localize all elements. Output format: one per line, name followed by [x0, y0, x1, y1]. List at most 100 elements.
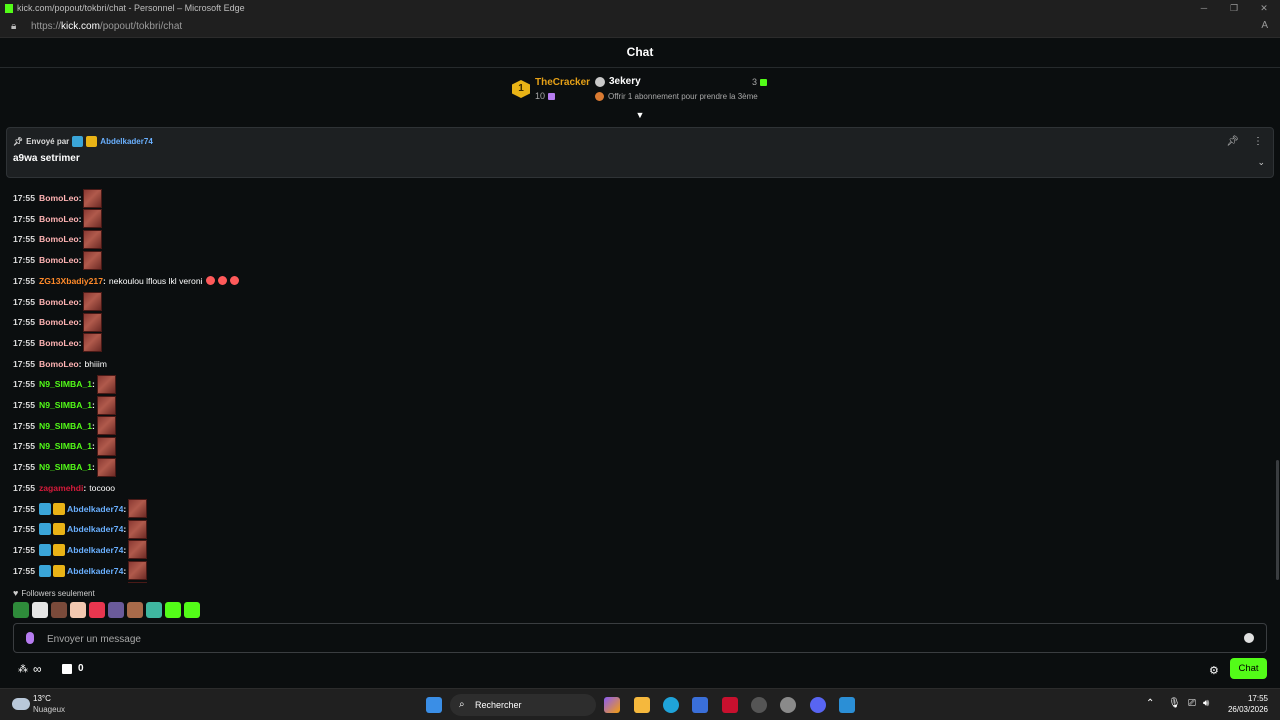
chat-message[interactable]: 17:55 Abdelkader74:	[13, 540, 148, 560]
quick-emote[interactable]	[184, 602, 200, 618]
chat-message[interactable]: 17:55 ZG13Xbadiy217: nekoulou lflous lkl v…	[13, 271, 239, 291]
emote-image[interactable]	[96, 395, 116, 415]
emote-image[interactable]	[96, 416, 116, 436]
second-user-name[interactable]: 3ekery	[609, 76, 641, 87]
lock-icon[interactable]: 🔒︎	[11, 21, 23, 32]
read-aloud-icon[interactable]: A	[1261, 20, 1268, 31]
chat-message[interactable]: 17:55 BomoLeo:	[13, 333, 103, 353]
message-username[interactable]: BomoLeo	[39, 317, 79, 327]
message-username[interactable]: BomoLeo	[39, 359, 79, 369]
chevron-down-icon[interactable]: ⌄	[1257, 157, 1265, 168]
emote-image[interactable]	[96, 374, 116, 394]
message-input-box[interactable]	[13, 623, 1267, 653]
windows-start-icon[interactable]	[426, 697, 442, 713]
chat-message[interactable]: 17:55 zagamehdi: tocooo	[13, 478, 115, 498]
message-username[interactable]: Abdelkader74	[67, 545, 123, 555]
message-username[interactable]: N9_SIMBA_1	[39, 400, 92, 410]
quick-emote[interactable]	[89, 602, 105, 618]
settings-gear-icon[interactable]: ⚙	[1209, 664, 1219, 677]
copilot-icon[interactable]	[604, 697, 620, 713]
chat-message[interactable]: 17:55 Abdelkader74:	[13, 561, 148, 581]
message-username[interactable]: BomoLeo	[39, 255, 79, 265]
file-explorer-icon[interactable]	[634, 697, 650, 713]
quick-emote[interactable]	[108, 602, 124, 618]
quick-emote[interactable]	[32, 602, 48, 618]
message-username[interactable]: BomoLeo	[39, 338, 79, 348]
chat-scrollbar[interactable]	[1276, 460, 1279, 580]
message-username[interactable]: BomoLeo	[39, 234, 79, 244]
emote-image[interactable]	[128, 499, 148, 518]
emoji-picker-icon[interactable]	[1244, 633, 1254, 643]
chat-message[interactable]: 17:55 Abdelkader74:	[13, 519, 148, 539]
cloud-icon[interactable]	[12, 698, 30, 710]
chat-messages[interactable]: 17:55 BomoLeo:17:55 BomoLeo:17:55 BomoLeo:1…	[0, 178, 1270, 583]
message-username[interactable]: ZG13Xbadiy217	[39, 276, 103, 286]
chat-message[interactable]: 17:55 N9_SIMBA_1:	[13, 457, 116, 477]
volume-icon[interactable]: 🔊︎	[1203, 698, 1209, 709]
emote-image[interactable]	[128, 561, 148, 581]
clock-time[interactable]: 17:55	[1243, 694, 1268, 703]
emote-image[interactable]	[83, 250, 103, 270]
message-username[interactable]: N9_SIMBA_1	[39, 421, 92, 431]
weather-condition[interactable]: Nuageux	[33, 705, 65, 714]
quick-emote[interactable]	[70, 602, 86, 618]
settings-app-icon[interactable]	[780, 697, 796, 713]
emote-image[interactable]	[83, 209, 103, 229]
unpin-icon[interactable]: 📌︎	[1226, 136, 1239, 147]
chat-message[interactable]: 17:55 BomoLeo:	[13, 229, 103, 249]
weather-temperature[interactable]: 13°C	[33, 694, 51, 703]
minimize-icon[interactable]: ─	[1187, 0, 1221, 16]
address-bar[interactable]: 🔒︎ https://kick.com/popout/tokbri/chat A	[0, 16, 1280, 38]
chat-message[interactable]: 17:55 BomoLeo:	[13, 250, 103, 270]
obs-icon[interactable]	[751, 697, 767, 713]
emote-image[interactable]	[128, 519, 148, 539]
chat-message[interactable]: 17:55 N9_SIMBA_1:	[13, 416, 116, 436]
microsoft-store-icon[interactable]	[692, 697, 708, 713]
microphone-icon[interactable]	[26, 632, 34, 644]
quick-emote[interactable]	[127, 602, 143, 618]
quick-emote[interactable]	[13, 602, 29, 618]
message-input[interactable]	[47, 630, 1227, 648]
message-username[interactable]: zagamehdi	[39, 483, 83, 493]
message-username[interactable]: N9_SIMBA_1	[39, 462, 92, 472]
emote-image[interactable]	[96, 436, 116, 456]
emote-image[interactable]	[83, 188, 103, 208]
edge-icon[interactable]	[663, 697, 679, 713]
message-username[interactable]: Abdelkader74	[67, 524, 123, 534]
chat-message[interactable]: 17:55 N9_SIMBA_1:	[13, 436, 116, 456]
chat-message[interactable]: 17:55 BomoLeo: bhiiim	[13, 354, 107, 374]
send-chat-button[interactable]: Chat	[1230, 658, 1267, 679]
chat-message[interactable]: 17:55 BomoLeo:	[13, 188, 103, 208]
message-username[interactable]: BomoLeo	[39, 214, 79, 224]
photos-icon[interactable]	[839, 697, 855, 713]
maximize-icon[interactable]: ❐	[1217, 0, 1251, 16]
emote-image[interactable]	[83, 312, 103, 332]
chat-message[interactable]: 17:55 N9_SIMBA_1:	[13, 374, 116, 394]
emote-image[interactable]	[83, 229, 103, 249]
offer-text[interactable]: Offrir 1 abonnement pour prendre la 3ème	[608, 92, 758, 101]
chevron-up-icon[interactable]: ⌃	[1146, 698, 1154, 709]
emote-image[interactable]	[96, 457, 116, 477]
close-icon[interactable]: ✕	[1247, 0, 1280, 16]
top-gifter-name[interactable]: TheCracker	[535, 77, 590, 88]
emote-image[interactable]	[83, 333, 103, 353]
microphone-tray-icon[interactable]: 🎙︎	[1168, 698, 1181, 709]
chat-message[interactable]: 17:55 N9_SIMBA_1:	[13, 395, 116, 415]
adobe-icon[interactable]	[722, 697, 738, 713]
quick-emote[interactable]	[51, 602, 67, 618]
message-username[interactable]: Abdelkader74	[67, 566, 123, 576]
channel-points-icon[interactable]: ⁂	[18, 664, 28, 675]
chat-message[interactable]: 17:55 BomoLeo:	[13, 312, 103, 332]
message-username[interactable]: BomoLeo	[39, 193, 79, 203]
discord-icon[interactable]	[810, 697, 826, 713]
message-username[interactable]: BomoLeo	[39, 297, 79, 307]
expand-leaderboard-icon[interactable]: ▼	[634, 111, 646, 120]
quick-emote[interactable]	[146, 602, 162, 618]
emote-image[interactable]	[83, 292, 103, 311]
emote-image[interactable]	[128, 540, 148, 560]
network-icon[interactable]: ⎚	[1188, 698, 1196, 709]
chat-message[interactable]: 17:55 BomoLeo:	[13, 292, 103, 312]
message-username[interactable]: N9_SIMBA_1	[39, 379, 92, 389]
message-username[interactable]: N9_SIMBA_1	[39, 441, 92, 451]
pinned-sender[interactable]: Abdelkader74	[100, 137, 152, 146]
